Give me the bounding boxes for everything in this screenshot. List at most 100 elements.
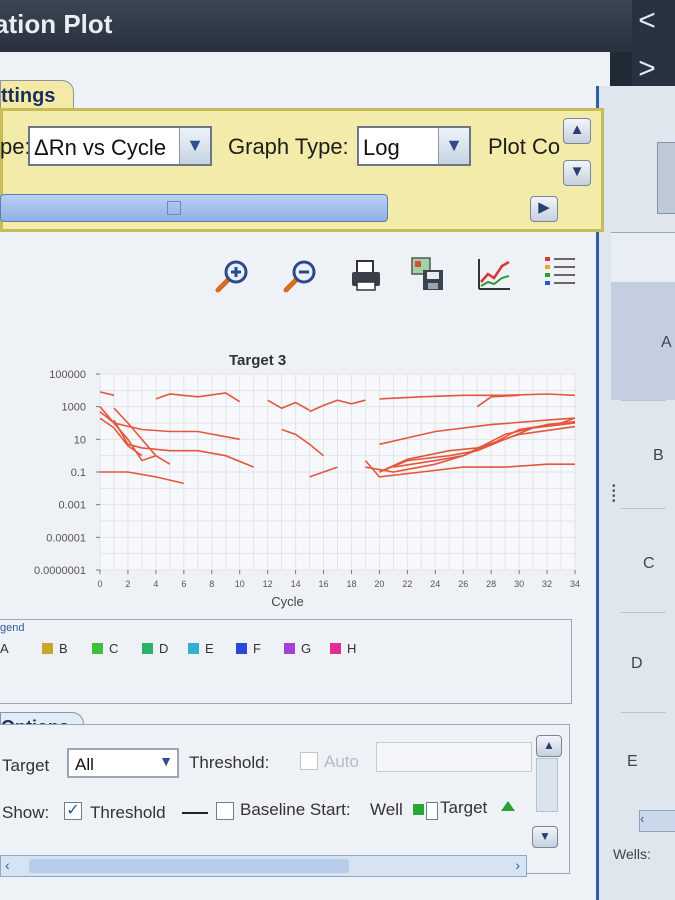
legend-label-text: H <box>347 641 357 656</box>
legend-swatch <box>92 643 103 654</box>
x-tick-label: 4 <box>153 579 158 589</box>
grid-row-label[interactable]: E <box>621 712 666 812</box>
nav-forward-icon[interactable]: > <box>634 54 660 84</box>
legend-label: gend <box>0 622 25 634</box>
splitter-handle[interactable]: • • • • <box>612 482 618 510</box>
grid-row-label[interactable]: D <box>621 612 666 712</box>
scroll-left-icon[interactable]: ‹ <box>5 857 10 873</box>
threshold-label: Threshold: <box>189 753 270 772</box>
grid-row-label[interactable]: C <box>621 508 666 612</box>
well-marker-swatch <box>413 804 424 815</box>
plot-type-select[interactable]: ΔRn vs Cycle ▼ <box>28 126 212 166</box>
window-title-bar: ation Plot <box>0 0 632 52</box>
legend-item[interactable]: C <box>92 641 118 656</box>
y-tick-label: 100000 <box>49 369 86 381</box>
graph-type-label: Graph Type: <box>228 134 349 159</box>
right-scroll-button[interactable] <box>657 142 675 214</box>
legend-item[interactable]: A <box>0 641 9 656</box>
scroll-thumb-grip[interactable] <box>167 201 181 215</box>
legend-list-icon[interactable] <box>542 254 578 290</box>
legend-label-text: A <box>0 641 9 656</box>
grid-row-label[interactable]: B <box>621 400 666 508</box>
wells-label: Wells: <box>613 846 651 862</box>
well-label: Well <box>370 800 403 819</box>
legend-swatch <box>188 643 199 654</box>
target-legend-label: Target <box>440 798 488 817</box>
x-tick-label: 24 <box>430 579 440 589</box>
legend-item[interactable]: F <box>236 641 261 656</box>
legend-swatch <box>284 643 295 654</box>
window-title: ation Plot <box>0 9 113 39</box>
baseline-start-checkbox[interactable] <box>216 802 234 820</box>
options-scroll-up-icon[interactable]: ▲ <box>536 735 562 757</box>
zoom-out-icon[interactable] <box>282 258 318 294</box>
legend-item[interactable]: D <box>142 641 168 656</box>
tab-settings[interactable]: ttings <box>0 80 75 111</box>
plot-type-value: ΔRn vs Cycle <box>34 135 167 160</box>
legend-label-text: G <box>301 641 312 656</box>
legend-label-text: C <box>109 641 119 656</box>
legend-swatch <box>42 643 53 654</box>
x-axis-label: Cycle <box>271 594 304 609</box>
options-scroll-down-icon[interactable]: ▼ <box>532 826 558 848</box>
y-tick-label: 0.00001 <box>46 532 86 544</box>
legend-label-text: D <box>159 641 169 656</box>
x-tick-label: 0 <box>97 579 102 589</box>
x-tick-label: 18 <box>346 579 356 589</box>
scroll-right-icon[interactable]: ▶ <box>530 196 558 222</box>
threshold-checkbox[interactable]: ✓ <box>64 802 82 820</box>
chart-icon[interactable] <box>476 256 512 292</box>
chevron-down-icon[interactable]: ▼ <box>159 753 173 769</box>
chevron-down-icon[interactable]: ▼ <box>179 128 210 164</box>
print-icon[interactable] <box>348 258 384 294</box>
x-tick-label: 20 <box>374 579 384 589</box>
zoom-in-icon[interactable] <box>214 258 250 294</box>
x-tick-label: 34 <box>570 579 580 589</box>
auto-label: Auto <box>324 752 359 771</box>
well-checkbox[interactable] <box>426 802 438 820</box>
y-tick-label: 0.001 <box>58 500 86 512</box>
legend-item[interactable]: G <box>284 641 311 656</box>
y-tick-label: 0.0000001 <box>34 565 86 577</box>
save-image-icon[interactable] <box>410 256 446 292</box>
target-value: All <box>75 755 94 774</box>
target-select[interactable]: All ▼ <box>67 748 179 778</box>
graph-type-select[interactable]: Log ▼ <box>357 126 471 166</box>
x-tick-label: 8 <box>209 579 214 589</box>
scroll-thumb[interactable] <box>29 859 349 873</box>
legend-swatch <box>142 643 153 654</box>
graph-type-value: Log <box>363 135 400 160</box>
legend-swatch <box>236 643 247 654</box>
x-tick-label: 22 <box>402 579 412 589</box>
scroll-up-icon[interactable]: ▲ <box>563 118 591 144</box>
plot-color-label: Plot Co <box>488 134 561 159</box>
x-tick-label: 14 <box>291 579 301 589</box>
x-tick-label: 26 <box>458 579 468 589</box>
x-tick-label: 10 <box>235 579 245 589</box>
x-tick-label: 28 <box>486 579 496 589</box>
legend-item[interactable]: E <box>188 641 214 656</box>
grid-header <box>611 232 675 283</box>
amplification-plot[interactable]: 1000001000100.10.0010.000010.00000010 2 4 6… <box>0 364 600 614</box>
well-grid-panel: A B C D E ‹ Wells: <box>596 86 675 900</box>
threshold-input[interactable] <box>376 742 532 772</box>
x-tick-label: 12 <box>263 579 273 589</box>
y-tick-label: 1000 <box>62 402 86 414</box>
options-vertical-scrollbar[interactable] <box>536 758 558 812</box>
grid-scroll-left-icon[interactable]: ‹ <box>639 810 675 832</box>
y-tick-label: 10 <box>74 434 86 446</box>
threshold-line-swatch <box>182 812 208 814</box>
settings-horizontal-scrollbar[interactable] <box>0 194 388 222</box>
grid-row-label[interactable]: A <box>621 282 672 400</box>
legend-label-text: E <box>205 641 214 656</box>
legend-item[interactable]: H <box>330 641 356 656</box>
chevron-down-icon[interactable]: ▼ <box>438 128 469 164</box>
legend-item[interactable]: B <box>42 641 68 656</box>
scroll-down-icon[interactable]: ▼ <box>563 160 591 186</box>
nav-back-icon[interactable]: < <box>634 6 660 36</box>
side-nav-bar: < > <box>632 0 675 90</box>
auto-threshold-checkbox[interactable] <box>300 752 318 770</box>
x-tick-label: 16 <box>319 579 329 589</box>
options-horizontal-scrollbar[interactable]: ‹ › <box>0 855 527 877</box>
scroll-right-icon[interactable]: › <box>515 857 520 873</box>
